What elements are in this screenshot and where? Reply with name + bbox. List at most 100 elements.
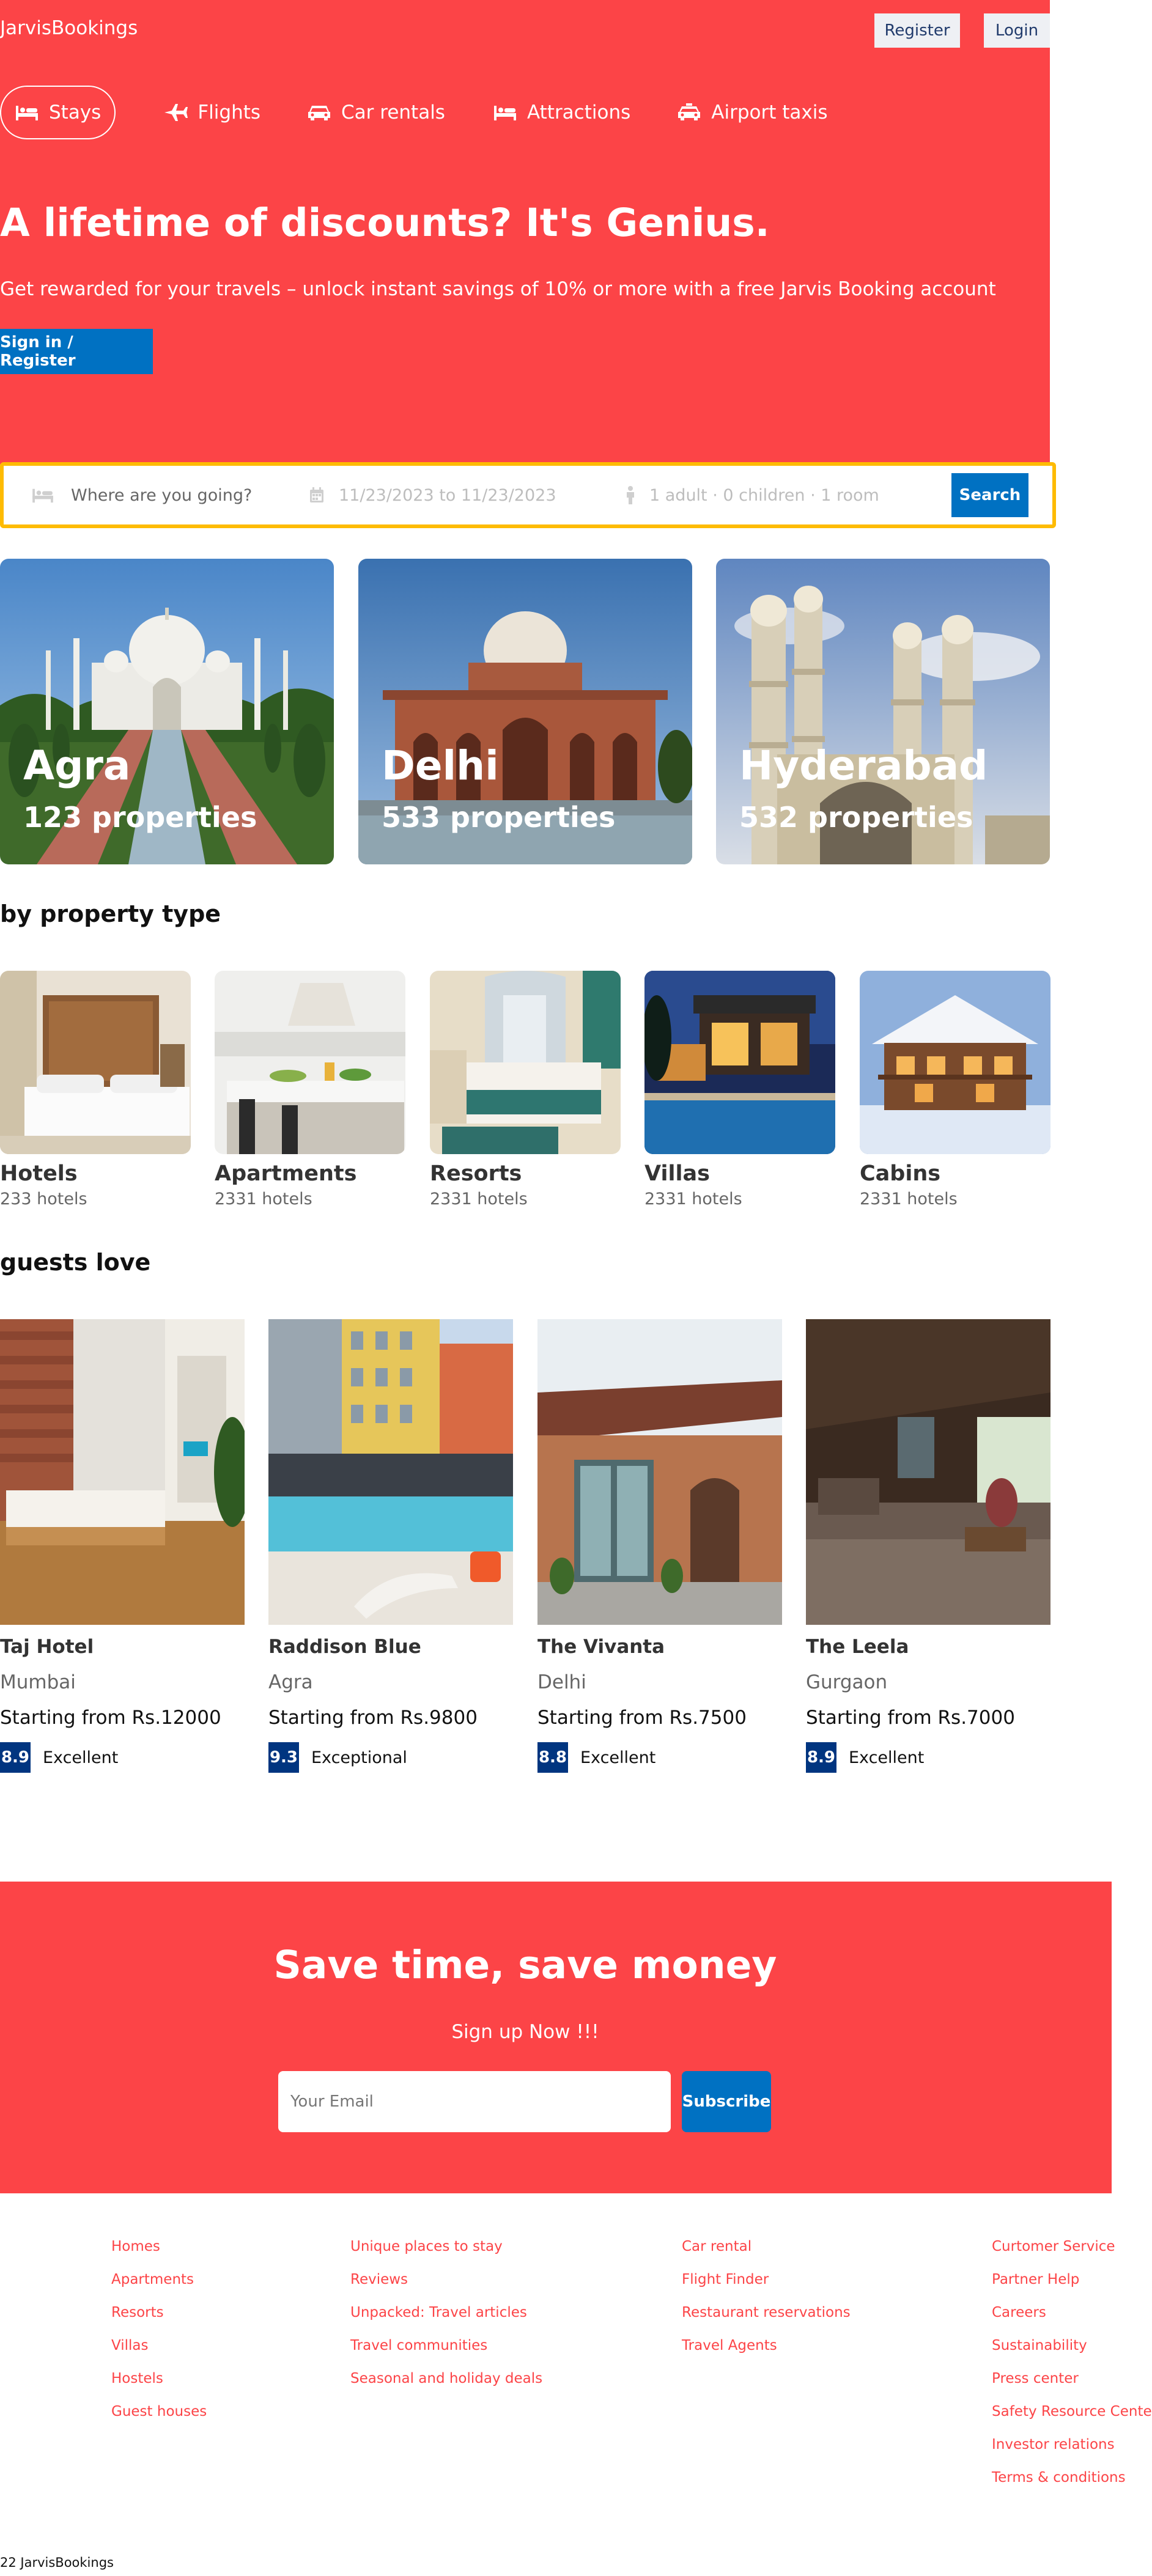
footer-link[interactable]: Flight Finder [682, 2263, 851, 2296]
hotel-rating: 8.8 Excellent [537, 1742, 782, 1773]
resort-room-image [430, 971, 621, 1154]
property-type-count: 233 hotels [0, 1190, 87, 1209]
city-card-agra[interactable]: Agra 123 properties [0, 559, 334, 864]
hotel-rating: 9.3 Exceptional [268, 1742, 513, 1773]
copyright: 22 JarvisBookings [0, 2555, 114, 2570]
property-type-count: 2331 hotels [644, 1190, 742, 1209]
nav-label: Car rentals [341, 101, 445, 123]
main-nav: Stays Flights Car rentals Attractions Ai… [0, 86, 828, 139]
footer-link[interactable]: Curtomer Service [992, 2230, 1152, 2263]
hotel-card-raddison[interactable]: Raddison Blue Agra Starting from Rs.9800… [268, 1319, 513, 1773]
property-type-title: by property type [0, 900, 221, 927]
logo[interactable]: JarvisBookings [0, 17, 138, 39]
register-button[interactable]: Register [874, 13, 960, 48]
city-properties: 533 properties [382, 801, 616, 834]
hotel-card-leela[interactable]: The Leela Gurgaon Starting from Rs.7000 … [806, 1319, 1050, 1773]
footer-column-2: Unique places to stay Reviews Unpacked: … [350, 2230, 542, 2395]
property-type-cabins[interactable]: Cabins 2331 hotels [860, 971, 1050, 1209]
footer-link[interactable]: Travel communities [350, 2329, 542, 2362]
hotel-room-image [0, 971, 191, 1154]
person-icon [627, 486, 634, 504]
footer-link[interactable]: Safety Resource Center [992, 2395, 1152, 2428]
property-type-hotels[interactable]: Hotels 233 hotels [0, 971, 191, 1209]
footer-link[interactable]: Guest houses [111, 2395, 207, 2428]
hotel-city: Agra [268, 1671, 313, 1693]
hotel-rating: 8.9 Excellent [806, 1742, 1050, 1773]
footer-link[interactable]: Homes [111, 2230, 207, 2263]
footer-link[interactable]: Travel Agents [682, 2329, 851, 2362]
property-type-apartments[interactable]: Apartments 2331 hotels [215, 971, 405, 1209]
hotel-rating: 8.9 Excellent [0, 1742, 245, 1773]
footer-link[interactable]: Partner Help [992, 2263, 1152, 2296]
hotel-price: Starting from Rs.7500 [537, 1707, 747, 1729]
calendar-icon [310, 487, 323, 502]
vivanta-hotel-image [537, 1319, 782, 1625]
login-button[interactable]: Login [984, 13, 1050, 48]
footer-column-3: Car rental Flight Finder Restaurant rese… [682, 2230, 851, 2362]
footer-link[interactable]: Unpacked: Travel articles [350, 2296, 542, 2329]
signin-register-button[interactable]: Sign in / Register [0, 329, 153, 374]
guests-field[interactable]: 1 adult · 0 children · 1 room [625, 466, 879, 524]
footer-link[interactable]: Hostels [111, 2362, 207, 2395]
date-range-value: 11/23/2023 to 11/23/2023 [339, 485, 556, 505]
rating-score: 8.8 [537, 1742, 568, 1773]
rating-score: 9.3 [268, 1742, 299, 1773]
footer-link[interactable]: Villas [111, 2329, 207, 2362]
nav-item-flights[interactable]: Flights [163, 86, 260, 139]
date-range-field[interactable]: 11/23/2023 to 11/23/2023 [309, 466, 556, 524]
footer-link[interactable]: Reviews [350, 2263, 542, 2296]
nav-item-stays[interactable]: Stays [0, 86, 116, 139]
apartment-kitchen-image [215, 971, 405, 1154]
hotel-name: Taj Hotel [0, 1636, 94, 1658]
rating-score: 8.9 [806, 1742, 836, 1773]
destination-placeholder: Where are you going? [71, 485, 253, 505]
hotel-name: The Vivanta [537, 1636, 665, 1658]
destination-field[interactable]: Where are you going? [31, 466, 252, 524]
footer-link[interactable]: Unique places to stay [350, 2230, 542, 2263]
hotel-card-vivanta[interactable]: The Vivanta Delhi Starting from Rs.7500 … [537, 1319, 782, 1773]
footer-link[interactable]: Restaurant reservations [682, 2296, 851, 2329]
city-card-hyderabad[interactable]: Hyderabad 532 properties [716, 559, 1050, 864]
city-card-delhi[interactable]: Delhi 533 properties [358, 559, 692, 864]
city-properties: 123 properties [23, 801, 257, 834]
footer-link[interactable]: Apartments [111, 2263, 207, 2296]
property-type-villas[interactable]: Villas 2331 hotels [644, 971, 835, 1209]
guests-love-title: guests love [0, 1249, 151, 1276]
footer-column-4: Curtomer Service Partner Help Careers Su… [992, 2230, 1152, 2494]
bed-icon [493, 106, 516, 120]
nav-item-airport-taxis[interactable]: Airport taxis [677, 86, 828, 139]
email-input[interactable] [278, 2071, 671, 2132]
footer-link[interactable]: Terms & conditions [992, 2461, 1152, 2494]
rating-label: Exceptional [311, 1748, 407, 1767]
footer-column-1: Homes Apartments Resorts Villas Hostels … [111, 2230, 207, 2428]
rating-label: Excellent [43, 1748, 119, 1767]
hotel-price: Starting from Rs.12000 [0, 1707, 221, 1729]
newsletter-title: Save time, save money [273, 1943, 777, 1987]
property-type-count: 2331 hotels [430, 1190, 528, 1209]
villa-image [644, 971, 835, 1154]
subscribe-button[interactable]: Subscribe [682, 2071, 771, 2132]
hotel-city: Mumbai [0, 1671, 76, 1693]
car-icon [308, 106, 331, 120]
nav-item-car-rentals[interactable]: Car rentals [307, 86, 445, 139]
rating-label: Excellent [849, 1748, 925, 1767]
footer-link[interactable]: Sustainability [992, 2329, 1152, 2362]
hotel-card-taj[interactable]: Taj Hotel Mumbai Starting from Rs.12000 … [0, 1319, 245, 1773]
hero-subtitle: Get rewarded for your travels – unlock i… [0, 278, 996, 300]
rating-label: Excellent [580, 1748, 656, 1767]
footer-link[interactable]: Seasonal and holiday deals [350, 2362, 542, 2395]
rating-score: 8.9 [0, 1742, 31, 1773]
footer-link[interactable]: Careers [992, 2296, 1152, 2329]
footer-link[interactable]: Resorts [111, 2296, 207, 2329]
search-button[interactable]: Search [951, 473, 1028, 517]
footer-link[interactable]: Car rental [682, 2230, 851, 2263]
city-name: Hyderabad [739, 742, 988, 789]
property-type-resorts[interactable]: Resorts 2331 hotels [430, 971, 621, 1209]
footer-link[interactable]: Press center [992, 2362, 1152, 2395]
hotel-name: Raddison Blue [268, 1636, 421, 1658]
nav-item-attractions[interactable]: Attractions [493, 86, 630, 139]
city-name: Delhi [382, 742, 499, 789]
bed-icon [16, 106, 38, 120]
footer-link[interactable]: Investor relations [992, 2428, 1152, 2461]
taxi-icon [678, 103, 701, 120]
